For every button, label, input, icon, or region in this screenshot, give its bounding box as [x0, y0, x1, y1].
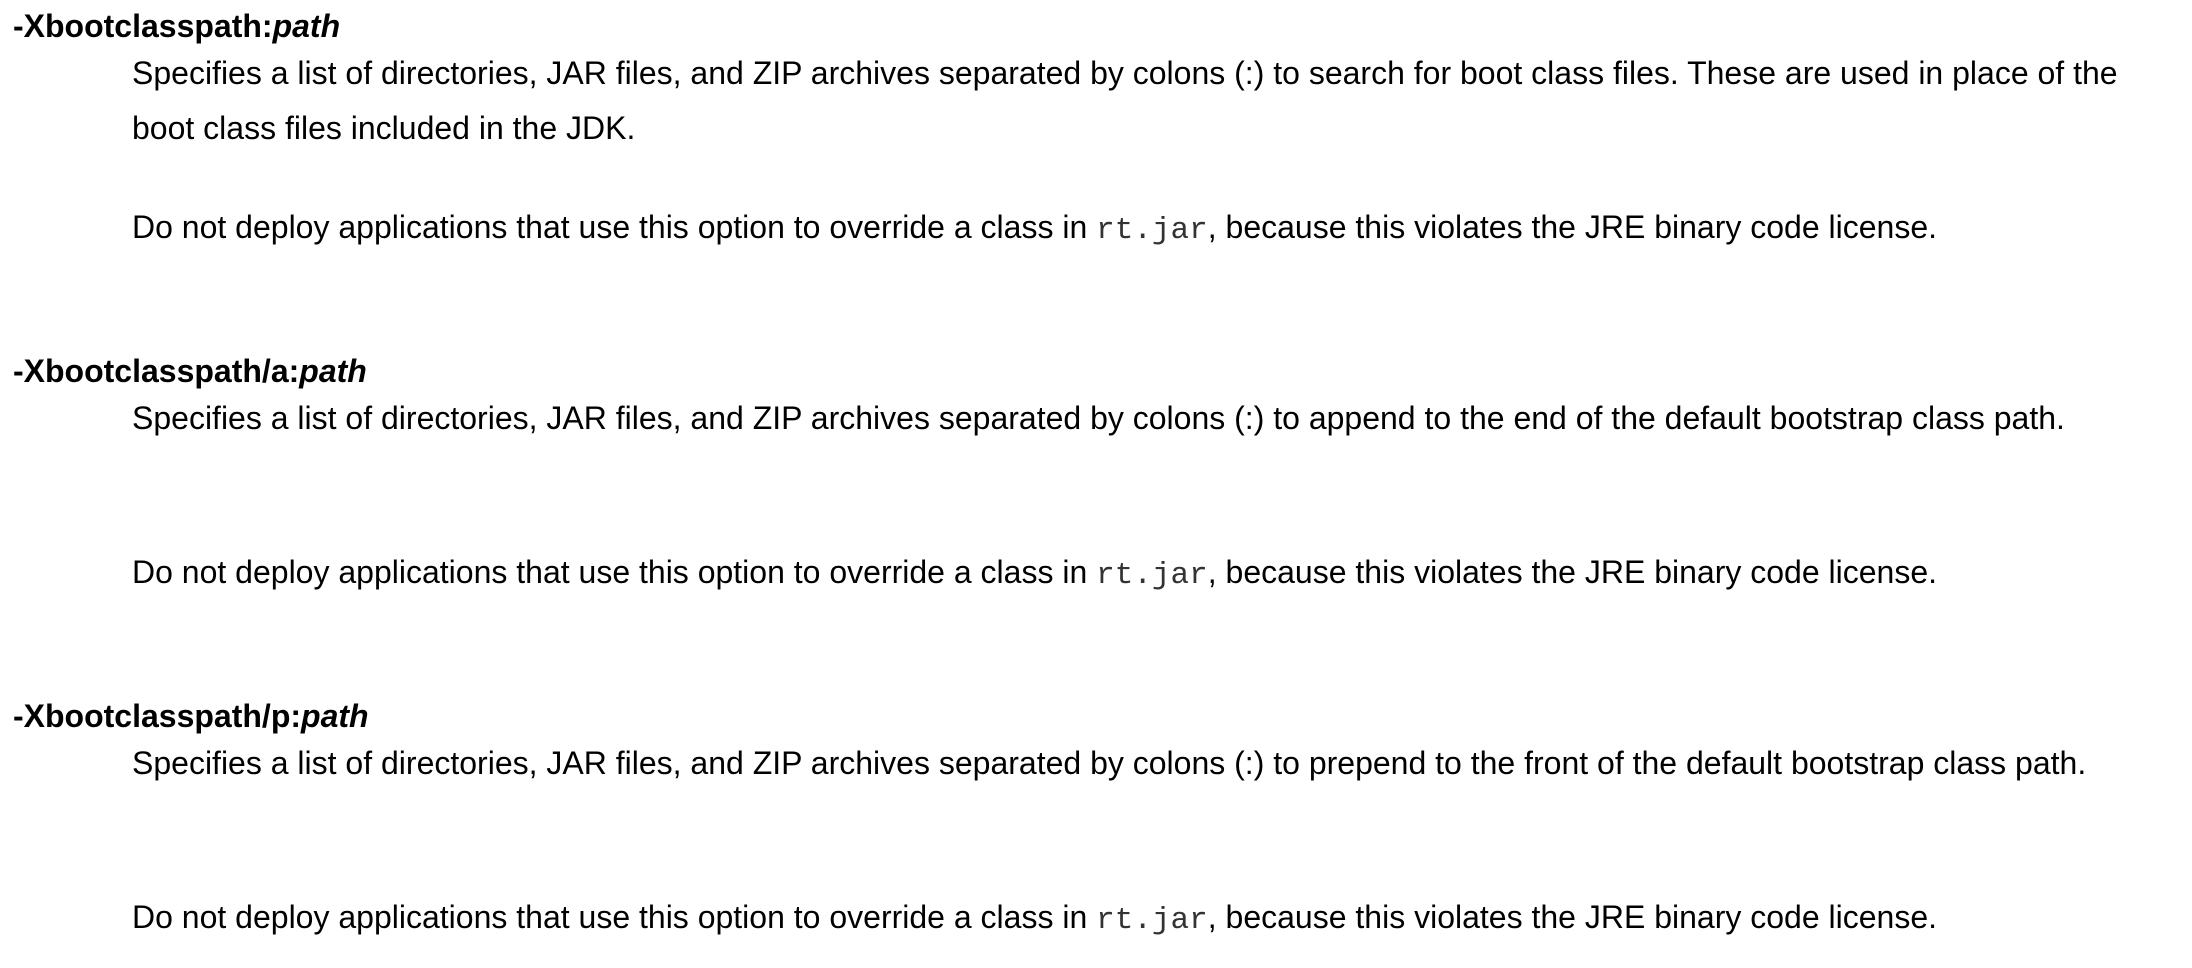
- option-description: Specifies a list of directories, JAR fil…: [132, 745, 2087, 781]
- note-text-before: Do not deploy applications that use this…: [132, 554, 1097, 590]
- option-term: -Xbootclasspath:path: [13, 2, 340, 50]
- option-description: Specifies a list of directories, JAR fil…: [132, 400, 2065, 436]
- option-license-note: Do not deploy applications that use this…: [132, 200, 2182, 258]
- option-term: -Xbootclasspath/a:path: [13, 347, 367, 395]
- option-argument: path: [301, 698, 369, 734]
- option-license-note: Do not deploy applications that use this…: [132, 545, 2182, 603]
- option-argument: path: [272, 8, 341, 44]
- note-text-after: , because this violates the JRE binary c…: [1207, 209, 1938, 245]
- option-argument: path: [299, 353, 367, 389]
- option-license-note: Do not deploy applications that use this…: [132, 890, 2182, 948]
- documentation-page: -Xbootclasspath:path Specifies a list of…: [0, 0, 2192, 968]
- jar-filename: rt.jar: [1096, 558, 1208, 593]
- option-name: -Xbootclasspath/p:: [13, 698, 302, 734]
- note-text-before: Do not deploy applications that use this…: [132, 209, 1097, 245]
- jar-filename: rt.jar: [1096, 903, 1208, 938]
- note-text-after: , because this violates the JRE binary c…: [1207, 554, 1938, 590]
- option-term: -Xbootclasspath/p:path: [13, 692, 369, 740]
- note-text-after: , because this violates the JRE binary c…: [1207, 899, 1938, 935]
- jar-filename: rt.jar: [1096, 213, 1208, 248]
- note-text-before: Do not deploy applications that use this…: [132, 899, 1097, 935]
- option-name: -Xbootclasspath/a:: [13, 353, 300, 389]
- option-name: -Xbootclasspath:: [13, 8, 273, 44]
- option-description: Specifies a list of directories, JAR fil…: [132, 55, 2118, 146]
